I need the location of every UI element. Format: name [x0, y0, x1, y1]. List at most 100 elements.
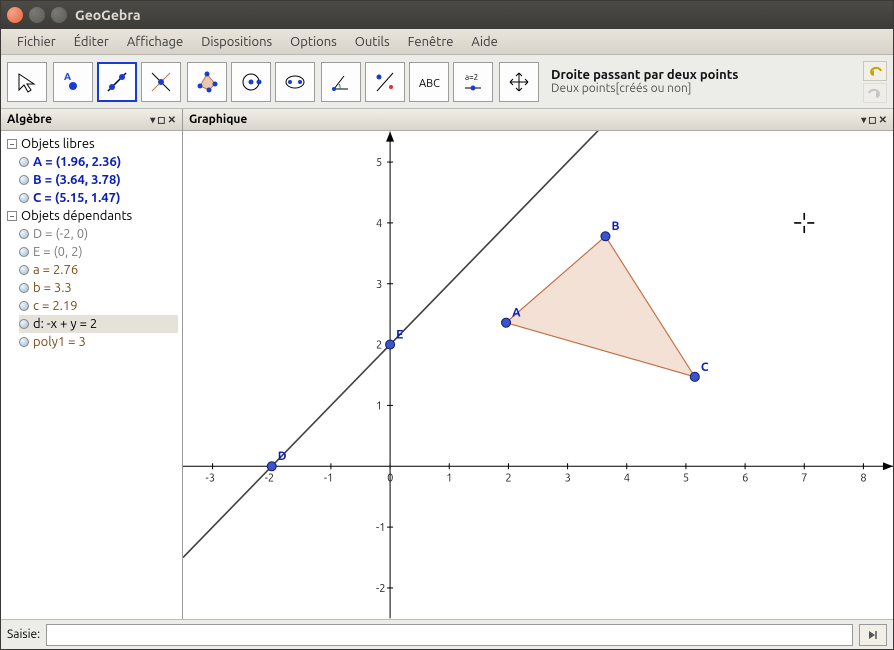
close-icon[interactable] — [7, 7, 23, 23]
x-tick-label: 2 — [505, 472, 511, 484]
object-label: B = (3.64, 3.78) — [33, 173, 121, 187]
tool-angle[interactable] — [321, 62, 361, 102]
object-visibility-icon[interactable] — [19, 337, 29, 347]
y-tick-label: 2 — [376, 340, 382, 352]
algebra-title: Algèbre — [7, 113, 52, 126]
tool-slider[interactable]: a=2 — [453, 62, 493, 102]
input-submit-button[interactable] — [859, 624, 887, 646]
object-visibility-icon[interactable] — [19, 301, 29, 311]
tool-text[interactable]: ABC — [409, 62, 449, 102]
workspace: Algèbre ▾ ◻ ✕ −Objets libresA = (1.96, 2… — [1, 109, 893, 619]
tool-pan[interactable] — [499, 62, 539, 102]
tree-leaf[interactable]: C = (5.15, 1.47) — [19, 189, 178, 207]
input-bar: Saisie: — [1, 619, 893, 649]
point-label-A: A — [512, 307, 521, 320]
algebra-header: Algèbre ▾ ◻ ✕ — [1, 109, 182, 131]
x-tick-label: 5 — [683, 472, 689, 484]
point-A[interactable] — [502, 318, 511, 327]
x-tick-label: 4 — [624, 472, 630, 484]
object-visibility-icon[interactable] — [19, 319, 29, 329]
tree-leaf[interactable]: d: -x + y = 2 — [19, 315, 178, 333]
object-label: c = 2.19 — [33, 299, 78, 313]
command-input[interactable] — [46, 624, 853, 646]
tool-description: Droite passant par deux points Deux poin… — [551, 68, 738, 95]
algebra-panel: Algèbre ▾ ◻ ✕ −Objets libresA = (1.96, 2… — [1, 109, 183, 619]
object-visibility-icon[interactable] — [19, 265, 29, 275]
toolbar: A ABC a=2 Droite passant par deux points… — [1, 55, 893, 109]
object-label: D = (-2, 0) — [33, 227, 88, 241]
panel-close-icon[interactable]: ✕ — [168, 114, 176, 126]
object-visibility-icon[interactable] — [19, 175, 29, 185]
group-label: Objets libres — [21, 137, 95, 151]
point-E[interactable] — [386, 340, 395, 349]
algebra-tree[interactable]: −Objets libresA = (1.96, 2.36)B = (3.64,… — [1, 131, 182, 619]
graph-canvas[interactable]: -3-2-1012345678-2-112345ABCDE — [183, 131, 893, 619]
point-D[interactable] — [267, 462, 276, 471]
object-label: A = (1.96, 2.36) — [33, 155, 121, 169]
x-tick-label: -3 — [206, 472, 215, 484]
tree-leaf[interactable]: A = (1.96, 2.36) — [19, 153, 178, 171]
tool-desc-sub: Deux points[créés ou non] — [551, 82, 738, 95]
object-label: E = (0, 2) — [33, 245, 83, 259]
svg-text:A: A — [64, 71, 71, 82]
x-tick-label: 1 — [446, 472, 452, 484]
panel-close-icon[interactable]: ✕ — [879, 114, 887, 126]
menu-help[interactable]: Aide — [463, 32, 505, 52]
object-visibility-icon[interactable] — [19, 247, 29, 257]
panel-detach-icon[interactable]: ◻ — [157, 114, 165, 126]
tree-group[interactable]: −Objets libres — [7, 135, 178, 153]
group-label: Objets dépendants — [21, 209, 132, 223]
point-C[interactable] — [690, 372, 699, 381]
tree-leaf[interactable]: B = (3.64, 3.78) — [19, 171, 178, 189]
tree-leaf[interactable]: c = 2.19 — [19, 297, 178, 315]
window-controls — [7, 7, 67, 23]
tool-ellipse[interactable] — [275, 62, 315, 102]
tool-polygon[interactable] — [187, 62, 227, 102]
object-label: d: -x + y = 2 — [33, 317, 97, 331]
tree-group[interactable]: −Objets dépendants — [7, 207, 178, 225]
object-label: C = (5.15, 1.47) — [33, 191, 120, 205]
maximize-icon[interactable] — [51, 7, 67, 23]
menu-window[interactable]: Fenêtre — [400, 32, 462, 52]
tool-move[interactable] — [7, 62, 47, 102]
menu-layouts[interactable]: Dispositions — [193, 32, 280, 52]
minimize-icon[interactable] — [29, 7, 45, 23]
tool-reflect[interactable] — [365, 62, 405, 102]
point-label-D: D — [278, 450, 287, 463]
object-visibility-icon[interactable] — [19, 283, 29, 293]
x-tick-label: -1 — [324, 472, 333, 484]
tree-leaf[interactable]: a = 2.76 — [19, 261, 178, 279]
panel-menu-icon[interactable]: ▾ — [150, 114, 155, 126]
tool-point[interactable]: A — [53, 62, 93, 102]
graph-header: Graphique ▾ ◻ ✕ — [183, 109, 893, 131]
tool-line-two-points[interactable] — [97, 62, 137, 102]
menu-options[interactable]: Options — [282, 32, 345, 52]
menu-file[interactable]: Fichier — [9, 32, 64, 52]
tool-perpendicular[interactable] — [141, 62, 181, 102]
redo-button[interactable] — [863, 83, 887, 103]
svg-text:a=2: a=2 — [465, 73, 478, 82]
tree-leaf[interactable]: E = (0, 2) — [19, 243, 178, 261]
y-axis-arrow-icon — [386, 132, 394, 142]
menu-edit[interactable]: Éditer — [66, 32, 117, 52]
object-visibility-icon[interactable] — [19, 157, 29, 167]
collapse-icon[interactable]: − — [7, 211, 17, 221]
panel-detach-icon[interactable]: ◻ — [868, 114, 876, 126]
collapse-icon[interactable]: − — [7, 139, 17, 149]
point-B[interactable] — [601, 232, 610, 241]
tree-leaf[interactable]: b = 3.3 — [19, 279, 178, 297]
x-tick-label: 8 — [860, 472, 866, 484]
object-visibility-icon[interactable] — [19, 193, 29, 203]
tool-desc-title: Droite passant par deux points — [551, 68, 738, 82]
tree-leaf[interactable]: D = (-2, 0) — [19, 225, 178, 243]
menu-tools[interactable]: Outils — [347, 32, 398, 52]
point-label-E: E — [396, 329, 403, 342]
y-tick-label: 5 — [376, 157, 382, 169]
menu-view[interactable]: Affichage — [119, 32, 191, 52]
tool-circle-center[interactable] — [231, 62, 271, 102]
object-visibility-icon[interactable] — [19, 229, 29, 239]
undo-button[interactable] — [863, 61, 887, 81]
panel-menu-icon[interactable]: ▾ — [861, 114, 866, 126]
polygon-abc[interactable] — [506, 236, 695, 377]
tree-leaf[interactable]: poly1 = 3 — [19, 333, 178, 351]
